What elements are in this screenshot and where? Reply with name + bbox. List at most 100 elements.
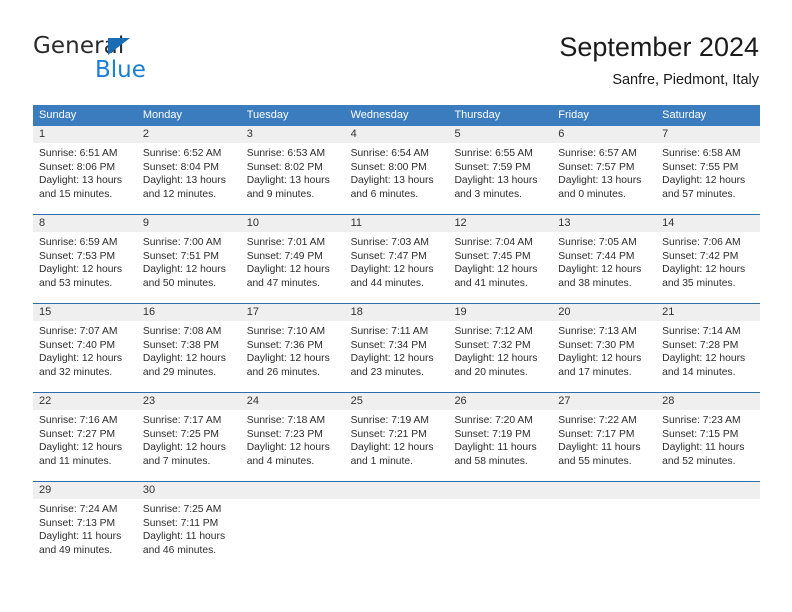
day-cell[interactable]: Sunrise: 7:08 AM Sunset: 7:38 PM Daylight:… (137, 321, 241, 392)
day-detail-line: Daylight: 11 hours (662, 442, 745, 454)
day-detail-line: and 58 minutes. (454, 455, 528, 467)
day-number[interactable]: 21 (656, 304, 760, 321)
day-detail-line: Sunset: 7:28 PM (662, 339, 739, 351)
day-cell[interactable]: Sunrise: 7:06 AM Sunset: 7:42 PM Daylight:… (656, 232, 760, 303)
day-number[interactable]: 24 (241, 393, 345, 410)
day-number-empty (345, 482, 449, 499)
day-number[interactable]: 18 (345, 304, 449, 321)
day-number[interactable]: 10 (241, 215, 345, 232)
day-cell[interactable]: Sunrise: 7:20 AM Sunset: 7:19 PM Daylight:… (448, 410, 552, 481)
day-number[interactable]: 29 (33, 482, 137, 499)
day-cell[interactable]: Sunrise: 7:00 AM Sunset: 7:51 PM Daylight:… (137, 232, 241, 303)
day-cell[interactable]: Sunrise: 6:51 AM Sunset: 8:06 PM Daylight:… (33, 143, 137, 214)
brand-name-blue: Blue (95, 57, 146, 83)
day-detail-line: Sunrise: 7:00 AM (142, 237, 222, 248)
day-number[interactable]: 11 (345, 215, 449, 232)
day-cell[interactable]: Sunrise: 6:53 AM Sunset: 8:02 PM Daylight:… (241, 143, 345, 214)
day-detail-row: Sunrise: 7:07 AM Sunset: 7:40 PM Daylight:… (33, 321, 760, 392)
day-number[interactable]: 25 (345, 393, 449, 410)
day-cell[interactable]: Sunrise: 7:03 AM Sunset: 7:47 PM Daylight:… (345, 232, 449, 303)
day-number[interactable]: 22 (33, 393, 137, 410)
day-number[interactable]: 15 (33, 304, 137, 321)
day-cell[interactable]: Sunrise: 6:58 AM Sunset: 7:55 PM Daylight:… (656, 143, 760, 214)
day-detail-line: and 53 minutes. (39, 277, 113, 289)
day-cell[interactable]: Sunrise: 6:57 AM Sunset: 7:57 PM Daylight:… (552, 143, 656, 214)
day-detail-line: and 12 minutes. (142, 188, 217, 200)
day-detail-line: Sunset: 7:40 PM (39, 339, 116, 351)
calendar-week-row: 22 23 24 25 26 27 28 Sunrise: 7:16 AM Sunset: 7:… (33, 392, 760, 481)
day-number[interactable]: 17 (241, 304, 345, 321)
day-cell-empty (656, 499, 760, 570)
day-detail-line: Daylight: 12 hours (454, 353, 538, 365)
day-cell[interactable]: Sunrise: 7:10 AM Sunset: 7:36 PM Daylight:… (241, 321, 345, 392)
day-detail-line: Daylight: 12 hours (350, 264, 434, 276)
day-cell[interactable]: Sunrise: 7:12 AM Sunset: 7:32 PM Daylight:… (448, 321, 552, 392)
day-number[interactable]: 6 (552, 126, 656, 143)
day-cell[interactable]: Sunrise: 7:24 AM Sunset: 7:13 PM Daylight:… (33, 499, 137, 570)
day-detail-line: Daylight: 12 hours (142, 353, 226, 365)
day-detail-line: Daylight: 12 hours (142, 264, 226, 276)
day-number[interactable]: 16 (137, 304, 241, 321)
day-cell[interactable]: Sunrise: 6:59 AM Sunset: 7:53 PM Daylight:… (33, 232, 137, 303)
day-number[interactable]: 13 (552, 215, 656, 232)
day-number[interactable]: 20 (552, 304, 656, 321)
day-cell-empty (552, 499, 656, 570)
day-detail-line: Sunrise: 6:51 AM (39, 148, 118, 159)
day-detail-line: Sunset: 7:59 PM (454, 161, 531, 173)
day-detail-line: Daylight: 13 hours (142, 175, 226, 187)
day-cell[interactable]: Sunrise: 7:22 AM Sunset: 7:17 PM Daylight:… (552, 410, 656, 481)
day-cell[interactable]: Sunrise: 7:18 AM Sunset: 7:23 PM Daylight:… (241, 410, 345, 481)
day-detail-line: Sunset: 7:27 PM (39, 428, 116, 440)
day-cell[interactable]: Sunrise: 6:52 AM Sunset: 8:04 PM Daylight:… (137, 143, 241, 214)
day-number[interactable]: 2 (137, 126, 241, 143)
day-number[interactable]: 8 (33, 215, 137, 232)
day-cell-empty (448, 499, 552, 570)
day-number[interactable]: 1 (33, 126, 137, 143)
day-number[interactable]: 14 (656, 215, 760, 232)
day-cell[interactable]: Sunrise: 7:25 AM Sunset: 7:11 PM Daylight:… (137, 499, 241, 570)
day-cell[interactable]: Sunrise: 7:01 AM Sunset: 7:49 PM Daylight:… (241, 232, 345, 303)
day-cell[interactable]: Sunrise: 7:17 AM Sunset: 7:25 PM Daylight:… (137, 410, 241, 481)
day-number[interactable]: 3 (241, 126, 345, 143)
day-number[interactable]: 23 (137, 393, 241, 410)
day-detail-line: Daylight: 11 hours (558, 442, 641, 454)
day-detail-line: Sunset: 7:53 PM (39, 250, 116, 262)
day-number[interactable]: 28 (656, 393, 760, 410)
day-number[interactable]: 9 (137, 215, 241, 232)
day-number[interactable]: 26 (448, 393, 552, 410)
day-detail-line: Sunrise: 7:16 AM (39, 415, 118, 426)
day-cell[interactable]: Sunrise: 6:55 AM Sunset: 7:59 PM Daylight:… (448, 143, 552, 214)
day-cell[interactable]: Sunrise: 7:14 AM Sunset: 7:28 PM Daylight:… (656, 321, 760, 392)
day-number[interactable]: 5 (448, 126, 552, 143)
day-detail-row: Sunrise: 6:51 AM Sunset: 8:06 PM Daylight:… (33, 143, 760, 214)
brand-logo[interactable]: General Blue (33, 33, 233, 85)
day-detail-line: Daylight: 11 hours (454, 442, 537, 454)
day-detail-line: and 32 minutes. (39, 366, 113, 378)
day-cell[interactable]: Sunrise: 6:54 AM Sunset: 8:00 PM Daylight:… (345, 143, 449, 214)
day-detail-line: and 11 minutes. (39, 455, 112, 467)
day-number[interactable]: 4 (345, 126, 449, 143)
day-number[interactable]: 12 (448, 215, 552, 232)
weekday-header-saturday: Saturday (662, 109, 707, 121)
day-detail-line: Sunset: 7:51 PM (142, 250, 219, 262)
day-cell[interactable]: Sunrise: 7:05 AM Sunset: 7:44 PM Daylight:… (552, 232, 656, 303)
day-detail-line: Sunset: 7:25 PM (142, 428, 219, 440)
day-cell[interactable]: Sunrise: 7:19 AM Sunset: 7:21 PM Daylight:… (345, 410, 449, 481)
day-detail-line: Sunrise: 6:59 AM (39, 237, 118, 248)
day-cell[interactable]: Sunrise: 7:04 AM Sunset: 7:45 PM Daylight:… (448, 232, 552, 303)
day-detail-line: Daylight: 12 hours (454, 264, 538, 276)
day-detail-line: and 50 minutes. (142, 277, 217, 289)
day-number[interactable]: 30 (137, 482, 241, 499)
day-detail-line: Daylight: 12 hours (246, 353, 330, 365)
day-cell[interactable]: Sunrise: 7:23 AM Sunset: 7:15 PM Daylight:… (656, 410, 760, 481)
day-cell[interactable]: Sunrise: 7:16 AM Sunset: 7:27 PM Daylight:… (33, 410, 137, 481)
weekday-header-friday: Friday (558, 109, 589, 121)
day-cell[interactable]: Sunrise: 7:07 AM Sunset: 7:40 PM Daylight:… (33, 321, 137, 392)
title-block: September 2024 Sanfre, Piedmont, Italy (559, 30, 759, 90)
day-cell[interactable]: Sunrise: 7:13 AM Sunset: 7:30 PM Daylight:… (552, 321, 656, 392)
day-number[interactable]: 19 (448, 304, 552, 321)
day-cell[interactable]: Sunrise: 7:11 AM Sunset: 7:34 PM Daylight:… (345, 321, 449, 392)
day-number[interactable]: 27 (552, 393, 656, 410)
day-number-empty (241, 482, 345, 499)
day-number[interactable]: 7 (656, 126, 760, 143)
